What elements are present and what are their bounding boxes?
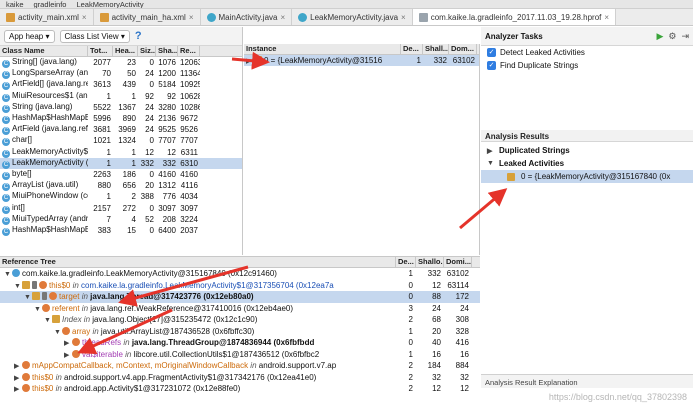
annotation-overlay — [77, 51, 508, 354]
annotation-arrow — [77, 308, 173, 354]
annotation-arrow — [459, 188, 508, 230]
annotation-arrow — [118, 265, 249, 307]
app-window: kaike gradleinfo LeakMemoryActivity acti… — [0, 0, 693, 406]
annotation-arrow — [231, 51, 270, 70]
